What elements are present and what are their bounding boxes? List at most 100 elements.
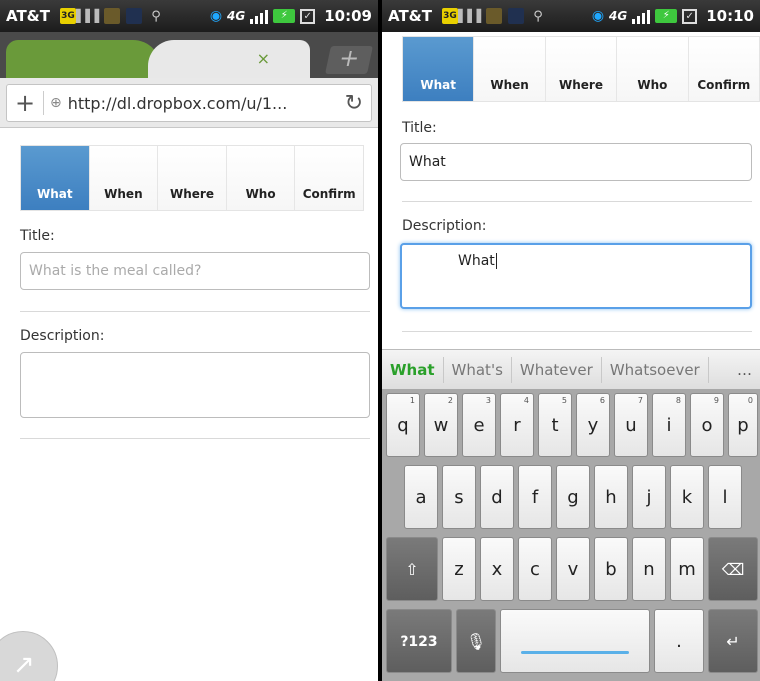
key-g[interactable]: g: [556, 465, 590, 529]
close-icon[interactable]: ×: [257, 49, 270, 68]
divider: [20, 311, 370, 312]
url-bar: + ⊕ http://dl.dropbox.com/u/1... ↻: [0, 78, 378, 128]
key-o[interactable]: 9o: [690, 393, 724, 457]
enter-key[interactable]: ↵: [708, 609, 758, 673]
space-indicator: [521, 651, 629, 654]
step-when[interactable]: When: [474, 37, 546, 101]
shift-key[interactable]: ⇧: [386, 537, 438, 601]
carrier-label: AT&T: [388, 7, 432, 25]
key-n[interactable]: n: [632, 537, 666, 601]
period-key[interactable]: .: [654, 609, 704, 673]
key-u[interactable]: 7u: [614, 393, 648, 457]
browser-tab-active[interactable]: ×: [148, 40, 310, 78]
key-t[interactable]: 5t: [538, 393, 572, 457]
key-a[interactable]: a: [404, 465, 438, 529]
step-who[interactable]: Who: [226, 146, 296, 210]
key-m[interactable]: m: [670, 537, 704, 601]
key-i[interactable]: 8i: [652, 393, 686, 457]
new-tab-button[interactable]: +: [325, 44, 373, 74]
checkbox-notification-icon: ✓: [682, 8, 698, 24]
add-icon[interactable]: +: [15, 89, 37, 117]
clock: 10:09: [324, 7, 372, 25]
key-q[interactable]: 1q: [386, 393, 420, 457]
clock: 10:10: [706, 7, 754, 25]
browser-tab-bar: × +: [0, 32, 378, 78]
description-text: What: [458, 253, 495, 269]
symbols-key[interactable]: ?123: [386, 609, 452, 673]
key-p[interactable]: 0p: [728, 393, 758, 457]
key-e[interactable]: 3e: [462, 393, 496, 457]
mic-key[interactable]: 🎙: [456, 609, 496, 673]
key-z[interactable]: z: [442, 537, 476, 601]
key-w[interactable]: 2w: [424, 393, 458, 457]
share-button[interactable]: ↗: [0, 631, 58, 681]
separator: [43, 91, 44, 115]
globe-icon: ⊕: [50, 95, 62, 111]
url-text[interactable]: http://dl.dropbox.com/u/1...: [68, 94, 345, 113]
wifi-icon: ◉: [209, 8, 223, 24]
more-suggestions-button[interactable]: …: [729, 357, 760, 383]
divider: [20, 438, 370, 439]
step-who[interactable]: Who: [617, 37, 689, 101]
equalizer-icon: ▌▌▌: [458, 9, 486, 23]
suggestion-item[interactable]: Whatsoever: [602, 356, 709, 383]
delete-key[interactable]: ⌫: [708, 537, 758, 601]
key-j[interactable]: j: [632, 465, 666, 529]
left-phone-screen: AT&T 3G ▌▌▌ ⚲ ◉ 4G ⚡ ✓ 10:09 × + + ⊕ htt…: [0, 0, 378, 681]
key-b[interactable]: b: [594, 537, 628, 601]
key-l[interactable]: l: [708, 465, 742, 529]
step-what[interactable]: What: [21, 146, 90, 210]
key-d[interactable]: d: [480, 465, 514, 529]
step-where[interactable]: Where: [545, 37, 618, 101]
key-h[interactable]: h: [594, 465, 628, 529]
description-label: Description:: [20, 328, 105, 344]
step-confirm[interactable]: Confirm: [295, 146, 363, 210]
usb-icon: ⚲: [151, 8, 161, 24]
text-caret: [495, 253, 497, 269]
browser-tab-inactive[interactable]: [6, 40, 161, 78]
suggestion-bar: What What's Whatever Whatsoever …: [382, 349, 760, 389]
battery-icon: ⚡: [273, 9, 296, 23]
key-x[interactable]: x: [480, 537, 514, 601]
step-confirm[interactable]: Confirm: [688, 37, 760, 101]
description-input[interactable]: [20, 352, 370, 418]
suggestion-item[interactable]: What: [382, 356, 444, 383]
key-r[interactable]: 4r: [500, 393, 534, 457]
right-phone-screen: AT&T 3G ▌▌▌ ⚲ ◉ 4G ⚡ ✓ 10:10 What When W…: [382, 0, 760, 681]
network-type: 4G: [227, 9, 246, 23]
key-k[interactable]: k: [670, 465, 704, 529]
key-s[interactable]: s: [442, 465, 476, 529]
wizard-steps: What When Where Who Confirm: [402, 36, 760, 102]
space-key[interactable]: [500, 609, 650, 673]
step-where[interactable]: Where: [158, 146, 227, 210]
keyboard-row: ⇧ z x c v b n m ⌫: [382, 537, 760, 607]
step-what[interactable]: What: [403, 37, 475, 101]
app-notification-icon: [508, 8, 524, 24]
soft-keyboard: 1q 2w 3e 4r 5t 6y 7u 8i 9o 0p a s d f g …: [382, 389, 760, 681]
suggestion-item[interactable]: What's: [444, 356, 512, 383]
divider: [402, 201, 752, 202]
url-box[interactable]: + ⊕ http://dl.dropbox.com/u/1... ↻: [6, 84, 372, 122]
key-y[interactable]: 6y: [576, 393, 610, 457]
description-label: Description:: [402, 218, 487, 234]
title-input[interactable]: What is the meal called?: [20, 252, 370, 290]
keyboard-row: ?123 🎙 . ↵: [382, 609, 760, 679]
description-input[interactable]: What: [400, 243, 752, 309]
keyboard-row: 1q 2w 3e 4r 5t 6y 7u 8i 9o 0p: [382, 393, 760, 463]
keyboard-row: a s d f g h j k l: [382, 465, 760, 535]
signal-icon: [250, 8, 269, 24]
carrier-label: AT&T: [6, 7, 50, 25]
suggestion-item[interactable]: Whatever: [512, 356, 602, 383]
step-when[interactable]: When: [89, 146, 159, 210]
key-c[interactable]: c: [518, 537, 552, 601]
title-label: Title:: [20, 228, 55, 244]
app-notification-icon: [486, 8, 502, 24]
key-v[interactable]: v: [556, 537, 590, 601]
3g-icon: 3G: [60, 8, 76, 24]
key-f[interactable]: f: [518, 465, 552, 529]
status-bar: AT&T 3G ▌▌▌ ⚲ ◉ 4G ⚡ ✓ 10:09: [0, 0, 378, 32]
battery-icon: ⚡: [655, 9, 678, 23]
signal-icon: [632, 8, 651, 24]
reload-icon[interactable]: ↻: [345, 91, 363, 116]
title-input[interactable]: What: [400, 143, 752, 181]
